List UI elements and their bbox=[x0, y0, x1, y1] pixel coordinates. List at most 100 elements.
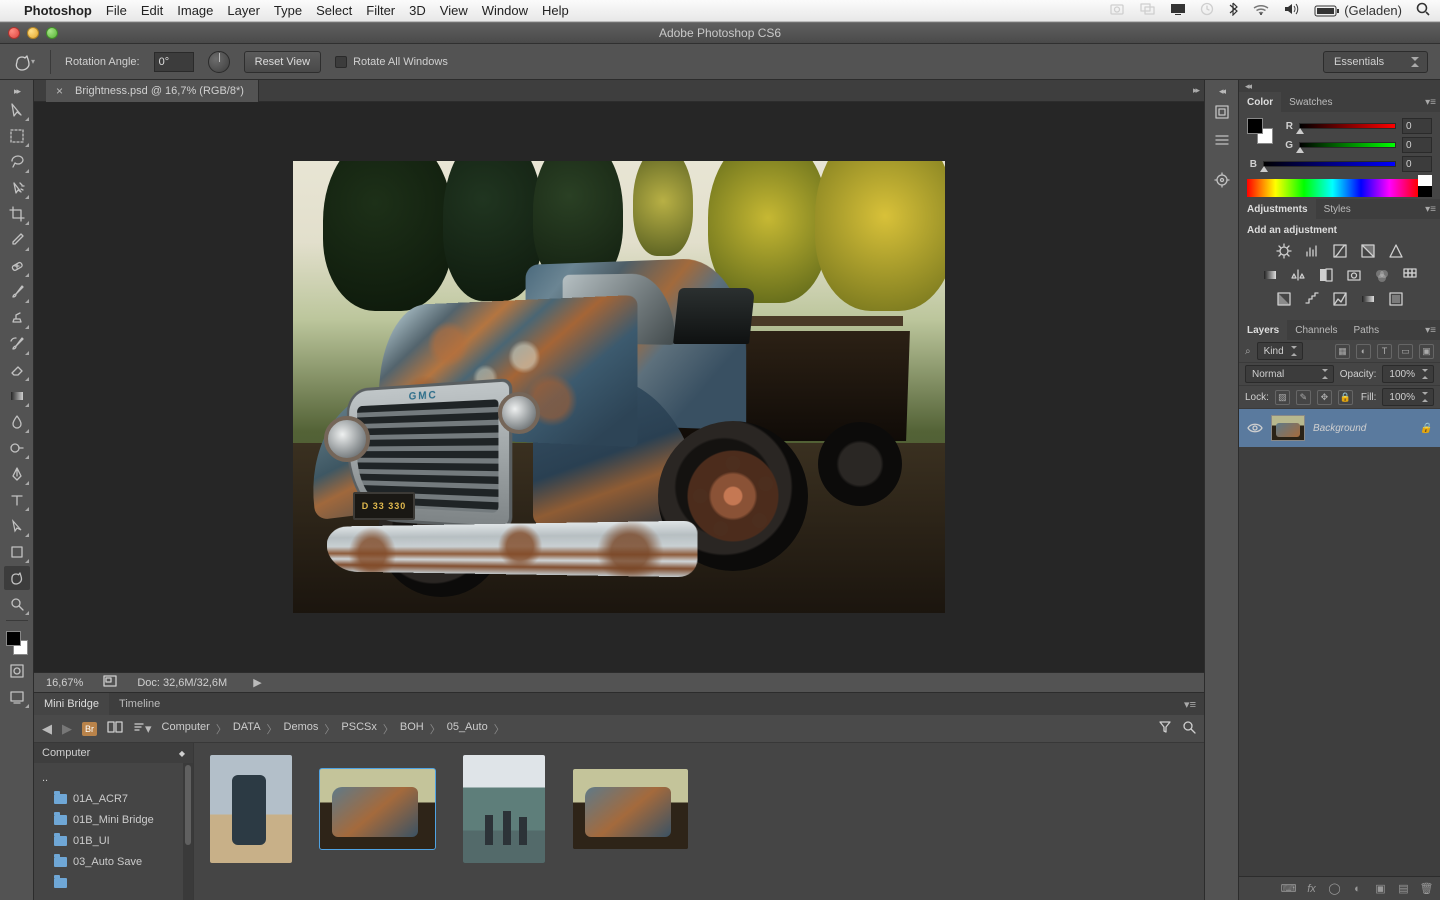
app-menu[interactable]: Photoshop bbox=[24, 3, 92, 18]
bridge-sidebar-header[interactable]: Computer◆ bbox=[34, 743, 193, 763]
channel-mixer-icon[interactable] bbox=[1373, 266, 1391, 284]
move-tool[interactable] bbox=[4, 98, 30, 122]
r-slider[interactable] bbox=[1299, 121, 1396, 131]
menu-select[interactable]: Select bbox=[316, 3, 352, 18]
status-more-icon[interactable]: ▶ bbox=[253, 676, 261, 689]
tab-channels[interactable]: Channels bbox=[1287, 320, 1345, 340]
bridge-side-folder[interactable] bbox=[34, 872, 183, 893]
bridge-thumb[interactable] bbox=[463, 755, 545, 863]
current-tool-icon[interactable]: ▾ bbox=[12, 50, 36, 74]
curves-icon[interactable] bbox=[1331, 242, 1349, 260]
adjustments-panel-menu-icon[interactable]: ▾≡ bbox=[1425, 204, 1436, 215]
rotation-angle-input[interactable]: 0° bbox=[154, 52, 194, 72]
doc-info-icon[interactable] bbox=[103, 675, 117, 690]
canvas-area[interactable]: D 33 330 bbox=[34, 102, 1204, 672]
lock-all-icon[interactable]: 🔒 bbox=[1338, 390, 1353, 405]
zoom-level[interactable]: 16,67% bbox=[46, 677, 83, 689]
tab-paths[interactable]: Paths bbox=[1346, 320, 1388, 340]
lasso-tool[interactable] bbox=[4, 150, 30, 174]
eraser-tool[interactable] bbox=[4, 358, 30, 382]
delete-layer-icon[interactable]: 🗑 bbox=[1419, 881, 1434, 896]
actions-panel-icon[interactable] bbox=[1209, 128, 1235, 152]
invert-icon[interactable] bbox=[1275, 290, 1293, 308]
tab-swatches[interactable]: Swatches bbox=[1281, 92, 1340, 112]
g-slider[interactable] bbox=[1299, 140, 1396, 150]
layer-thumbnail[interactable] bbox=[1271, 415, 1305, 441]
close-tab-icon[interactable]: × bbox=[56, 84, 63, 98]
shape-tool[interactable] bbox=[4, 540, 30, 564]
bridge-breadcrumb[interactable]: Computer〉 DATA〉 Demos〉 PSCSx〉 BOH〉 05_Au… bbox=[162, 721, 1148, 737]
pen-tool[interactable] bbox=[4, 462, 30, 486]
tab-styles[interactable]: Styles bbox=[1316, 199, 1359, 219]
zoom-tool[interactable] bbox=[4, 592, 30, 616]
levels-icon[interactable] bbox=[1303, 242, 1321, 260]
bridge-search-icon[interactable] bbox=[1182, 720, 1196, 737]
bridge-thumb[interactable] bbox=[573, 769, 688, 849]
filter-type-icon[interactable]: T bbox=[1377, 344, 1392, 359]
layer-filter-kind[interactable]: Kind bbox=[1257, 342, 1303, 360]
lock-position-icon[interactable]: ✥ bbox=[1317, 390, 1332, 405]
new-adjustment-icon[interactable]: ◐ bbox=[1350, 881, 1365, 896]
bridge-view-icon[interactable] bbox=[107, 721, 123, 736]
rotate-view-tool[interactable] bbox=[4, 566, 30, 590]
path-select-tool[interactable] bbox=[4, 514, 30, 538]
brightness-contrast-icon[interactable] bbox=[1275, 242, 1293, 260]
camera-icon[interactable] bbox=[1110, 3, 1126, 18]
traffic-lights[interactable] bbox=[8, 27, 58, 39]
layer-fx-icon[interactable]: fx bbox=[1304, 881, 1319, 896]
tab-timeline[interactable]: Timeline bbox=[109, 693, 170, 715]
wifi-icon[interactable] bbox=[1252, 3, 1270, 18]
menu-filter[interactable]: Filter bbox=[366, 3, 395, 18]
lock-pixels-icon[interactable]: ✎ bbox=[1296, 390, 1311, 405]
close-window-icon[interactable] bbox=[8, 27, 20, 39]
b-value[interactable]: 0 bbox=[1402, 156, 1432, 172]
history-brush-tool[interactable] bbox=[4, 332, 30, 356]
minimize-window-icon[interactable] bbox=[27, 27, 39, 39]
bridge-sort-icon[interactable]: ▾ bbox=[133, 721, 152, 737]
screen-mode-toggle[interactable] bbox=[4, 685, 30, 709]
tab-color[interactable]: Color bbox=[1239, 92, 1281, 112]
selective-color-icon[interactable] bbox=[1387, 290, 1405, 308]
bluetooth-icon[interactable] bbox=[1228, 2, 1238, 19]
layer-lock-icon[interactable]: 🔒 bbox=[1420, 423, 1432, 434]
foreground-background-colors[interactable] bbox=[4, 629, 30, 657]
blend-mode-select[interactable]: Normal bbox=[1245, 365, 1334, 383]
type-tool[interactable] bbox=[4, 488, 30, 512]
layers-panel-menu-icon[interactable]: ▾≡ bbox=[1425, 325, 1436, 336]
display-icon[interactable] bbox=[1170, 3, 1186, 18]
bridge-sidebar-scrollbar[interactable] bbox=[183, 763, 193, 900]
b-slider[interactable] bbox=[1263, 159, 1396, 169]
new-group-icon[interactable]: ▣ bbox=[1373, 881, 1388, 896]
crop-tool[interactable] bbox=[4, 202, 30, 226]
quick-mask-toggle[interactable] bbox=[4, 659, 30, 683]
eyedropper-tool[interactable] bbox=[4, 228, 30, 252]
dodge-tool[interactable] bbox=[4, 436, 30, 460]
menu-3d[interactable]: 3D bbox=[409, 3, 426, 18]
exposure-icon[interactable] bbox=[1359, 242, 1377, 260]
panels-collapse-top[interactable]: ◂◂ bbox=[1239, 80, 1440, 92]
r-value[interactable]: 0 bbox=[1402, 118, 1432, 134]
tab-layers[interactable]: Layers bbox=[1239, 320, 1287, 340]
color-spectrum[interactable] bbox=[1247, 179, 1418, 197]
bridge-side-folder[interactable]: 01A_ACR7 bbox=[34, 788, 183, 809]
tab-mini-bridge[interactable]: Mini Bridge bbox=[34, 693, 109, 715]
vibrance-icon[interactable] bbox=[1387, 242, 1405, 260]
menu-layer[interactable]: Layer bbox=[227, 3, 260, 18]
volume-icon[interactable] bbox=[1284, 3, 1300, 18]
bw-ramp[interactable] bbox=[1418, 175, 1432, 197]
bridge-side-folder[interactable]: 03_Auto Save bbox=[34, 851, 183, 872]
quick-select-tool[interactable] bbox=[4, 176, 30, 200]
menu-help[interactable]: Help bbox=[542, 3, 569, 18]
color-balance-icon[interactable] bbox=[1289, 266, 1307, 284]
bridge-thumb-selected[interactable] bbox=[320, 769, 435, 849]
bridge-thumb[interactable] bbox=[210, 755, 292, 863]
tab-overflow[interactable]: ▸▸ bbox=[1193, 85, 1198, 96]
new-layer-icon[interactable]: ▤ bbox=[1396, 881, 1411, 896]
fill-input[interactable]: 100% bbox=[1382, 388, 1434, 406]
properties-panel-icon[interactable] bbox=[1209, 168, 1235, 192]
document-tab[interactable]: ×Brightness.psd @ 16,7% (RGB/8*) bbox=[46, 80, 259, 102]
gradient-tool[interactable] bbox=[4, 384, 30, 408]
timemachine-icon[interactable] bbox=[1200, 2, 1214, 19]
color-lookup-icon[interactable] bbox=[1401, 266, 1419, 284]
color-fgbg-swatch[interactable] bbox=[1247, 118, 1273, 144]
